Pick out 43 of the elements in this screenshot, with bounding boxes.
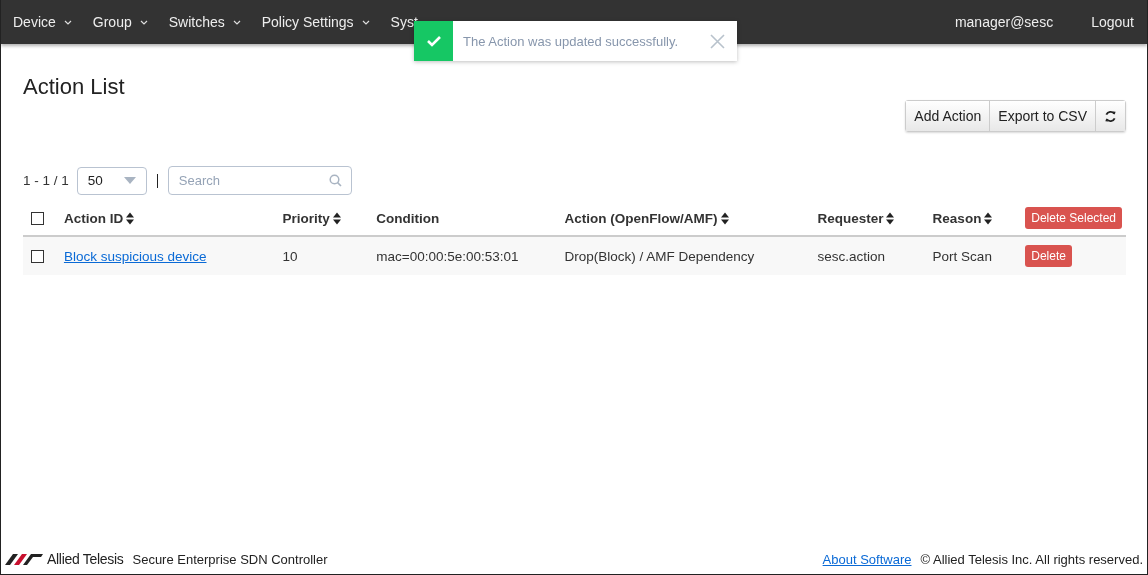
column-header[interactable]: Priority xyxy=(282,210,330,226)
user-menu[interactable]: manager@sesc xyxy=(929,14,1067,30)
dropdown-arrow-icon xyxy=(123,177,136,184)
table-cell: 10 xyxy=(282,248,298,264)
toolbar-button[interactable]: Add Action xyxy=(906,101,991,131)
product-name: Secure Enterprise SDN Controller xyxy=(132,551,328,567)
toolbar-button[interactable]: Export to CSV xyxy=(990,101,1096,131)
delete-button[interactable]: Delete xyxy=(1025,245,1072,267)
record-range: 1 - 1 / 1 xyxy=(23,173,69,188)
column-header[interactable]: Requester xyxy=(817,210,884,226)
search-icon xyxy=(328,174,342,187)
delete-selected-button[interactable]: Delete Selected xyxy=(1025,207,1122,229)
refresh-button[interactable] xyxy=(1096,101,1125,131)
nav-menu[interactable]: Policy Settings xyxy=(249,14,379,30)
toast-message: The Action was updated successfully. xyxy=(463,33,680,49)
logout-link[interactable]: Logout xyxy=(1066,14,1147,30)
nav-menu[interactable]: Group xyxy=(80,14,157,30)
sort-icon[interactable] xyxy=(332,211,341,225)
nav-menu[interactable]: Switches xyxy=(156,14,250,30)
check-icon xyxy=(425,35,442,47)
select-all-checkbox[interactable] xyxy=(31,212,44,226)
page-size-select[interactable]: 50 xyxy=(76,166,147,195)
row-checkbox[interactable] xyxy=(31,250,44,264)
column-header[interactable]: Action ID xyxy=(63,210,124,226)
refresh-icon xyxy=(1104,109,1117,123)
nav-menu[interactable]: Device xyxy=(1,14,81,30)
column-header[interactable]: Reason xyxy=(932,210,982,226)
page-title: Action List xyxy=(23,74,126,100)
about-link[interactable]: About Software xyxy=(822,551,912,567)
sort-icon[interactable] xyxy=(126,211,135,225)
table-cell: Drop(Block) / AMF Dependency xyxy=(564,248,755,264)
column-header[interactable]: Action (OpenFlow/AMF) xyxy=(564,210,718,226)
column-header[interactable]: Condition xyxy=(376,210,440,226)
table-cell: mac=00:00:5e:00:53:01 xyxy=(376,248,519,264)
table-cell: Port Scan xyxy=(932,248,992,264)
brand-logo: Allied Telesis xyxy=(5,551,124,567)
sort-icon[interactable] xyxy=(984,211,993,225)
copyright-text: © Allied Telesis Inc. All rights reserved. xyxy=(920,551,1143,567)
sort-icon[interactable] xyxy=(720,211,729,225)
sort-icon[interactable] xyxy=(886,211,895,225)
logo-icon xyxy=(5,553,43,565)
search-field[interactable]: Search xyxy=(167,166,352,195)
table-cell: sesc.action xyxy=(817,248,885,264)
